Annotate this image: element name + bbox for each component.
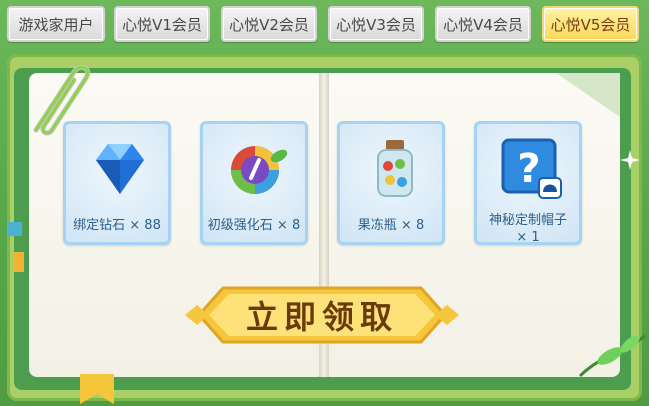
tab-vip-4[interactable]: 心悦V4会员 <box>435 6 531 42</box>
reward-label-line1: 神秘定制帽子 <box>488 213 567 228</box>
leaf-decor-icon <box>578 334 646 378</box>
tab-vip-2[interactable]: 心悦V2会员 <box>221 6 317 42</box>
reward-card-jelly-jar: 果冻瓶 × 8 <box>337 121 445 245</box>
mystery-hat-icon: ? <box>501 138 562 199</box>
jelly-jar-icon <box>377 140 413 197</box>
svg-text:?: ? <box>517 146 540 192</box>
diamond-icon <box>96 144 144 194</box>
claim-button[interactable]: 立即领取 <box>183 286 461 344</box>
tab-vip-3[interactable]: 心悦V3会员 <box>328 6 424 42</box>
tape-blue-decor <box>8 222 22 236</box>
page-corner-fold <box>556 73 620 117</box>
reward-label: 神秘定制帽子 × 1 <box>477 212 579 246</box>
tab-vip-5[interactable]: 心悦V5会员 <box>542 6 639 42</box>
tab-game-user[interactable]: 游戏家用户 <box>7 6 105 42</box>
reward-card-diamond: 绑定钻石 × 88 <box>63 121 171 245</box>
sparkle-icon <box>620 150 640 170</box>
reward-label: 果冻瓶 × 8 <box>357 218 425 233</box>
bookmark-ribbon-icon <box>80 374 114 404</box>
reward-label: 绑定钻石 × 88 <box>73 218 161 233</box>
reward-label-line2: × 1 <box>516 230 540 245</box>
member-tabs: 游戏家用户 心悦V1会员 心悦V2会员 心悦V3会员 心悦V4会员 心悦V5会员 <box>0 6 649 46</box>
tape-yellow-decor <box>14 252 24 272</box>
reward-label: 初级强化石 × 8 <box>207 218 301 233</box>
reward-card-enhance-stone: 初级强化石 × 8 <box>200 121 308 245</box>
reward-card-mystery-hat: ? 神秘定制帽子 × 1 <box>474 121 582 245</box>
enhance-stone-icon <box>231 146 288 194</box>
tab-vip-1[interactable]: 心悦V1会员 <box>114 6 210 42</box>
claim-button-label: 立即领取 <box>245 298 398 336</box>
